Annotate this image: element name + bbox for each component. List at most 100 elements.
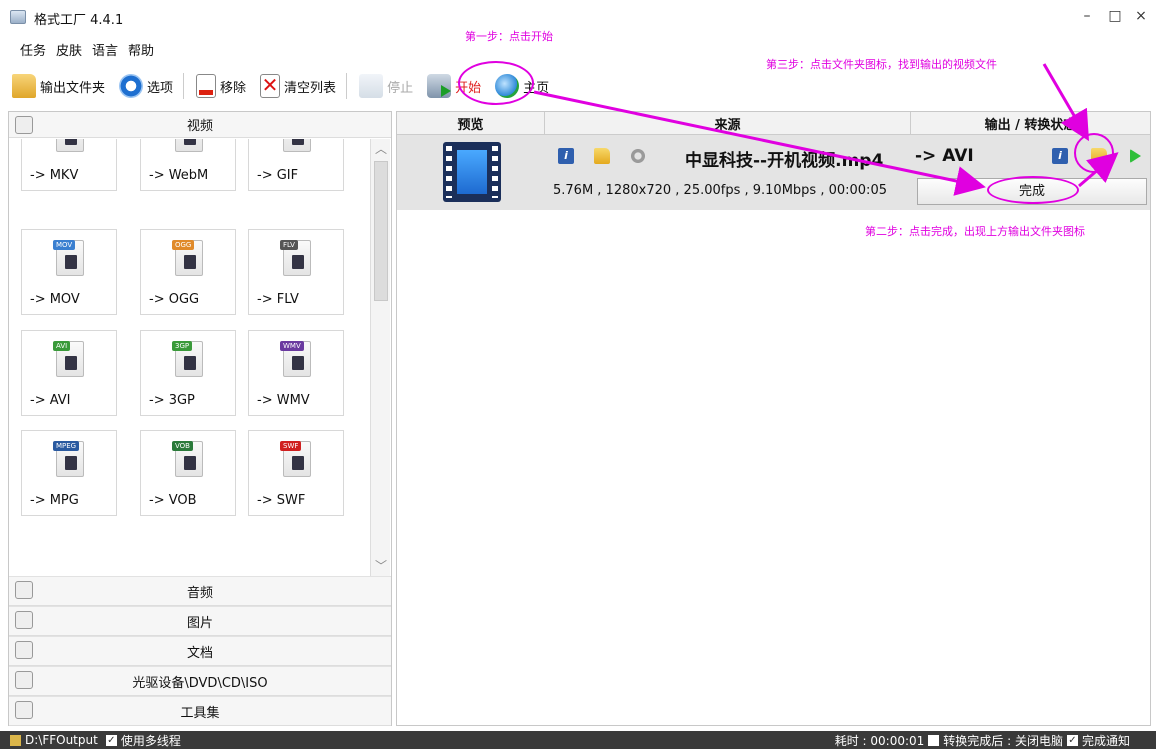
- scroll-up-icon[interactable]: ︿: [373, 141, 389, 157]
- format-label: -> GIF: [257, 168, 299, 183]
- format-label: -> MOV: [30, 292, 80, 307]
- scrollbar[interactable]: ︿ ﹀: [370, 139, 390, 576]
- format-tile[interactable]: webm -> WebM: [140, 139, 236, 191]
- column-source[interactable]: 来源: [545, 112, 911, 134]
- format-tile[interactable]: MPEG -> MPG: [21, 430, 117, 516]
- notify-label: 完成通知: [1081, 733, 1130, 748]
- remove-button[interactable]: 移除: [194, 71, 248, 101]
- format-label: -> WebM: [149, 168, 209, 183]
- format-tile[interactable]: MOV -> MOV: [21, 229, 117, 315]
- format-file-icon: MOV: [53, 240, 84, 276]
- format-label: -> VOB: [149, 493, 197, 508]
- format-tile[interactable]: SWF -> SWF: [248, 430, 344, 516]
- output-folder-button[interactable]: 输出文件夹: [10, 71, 107, 101]
- format-badge: SWF: [280, 441, 302, 451]
- options-icon: [119, 74, 144, 98]
- category-image[interactable]: 图片: [9, 606, 391, 636]
- format-label: -> WMV: [257, 393, 310, 408]
- format-file-icon: webm: [175, 139, 203, 152]
- options-label: 选项: [147, 80, 174, 96]
- format-badge: OGG: [172, 240, 195, 250]
- category-document[interactable]: 文档: [9, 636, 391, 666]
- options-button[interactable]: 选项: [117, 71, 175, 101]
- category-label: 工具集: [180, 705, 220, 721]
- window-title: 格式工厂 4.4.1: [34, 13, 124, 28]
- format-file-icon: AVI: [53, 341, 84, 377]
- format-badge: FLV: [280, 240, 298, 250]
- format-tile[interactable]: MKV -> MKV: [21, 139, 117, 191]
- format-file-icon: OGG: [172, 240, 203, 276]
- highlight-done: [987, 176, 1079, 204]
- notify-checkbox[interactable]: ✓: [1066, 734, 1078, 746]
- format-tile[interactable]: FLV -> FLV: [248, 229, 344, 315]
- format-tile[interactable]: WMV -> WMV: [248, 330, 344, 416]
- category-rom-device[interactable]: 光驱设备\DVD\CD\ISO: [9, 666, 391, 696]
- format-badge: MPEG: [53, 441, 80, 451]
- toolbar-divider: [346, 73, 348, 99]
- format-tile[interactable]: 3GP -> 3GP: [140, 330, 236, 416]
- format-label: -> MPG: [30, 493, 79, 508]
- stop-icon: [359, 74, 384, 98]
- format-file-icon: 3GP: [172, 341, 203, 377]
- play-icon[interactable]: [1130, 149, 1141, 163]
- stop-button[interactable]: 停止: [357, 71, 415, 101]
- highlight-start: [458, 61, 534, 105]
- task-list-header: 预览 来源 输出 / 转换状态: [397, 112, 1150, 135]
- category-audio[interactable]: 音频: [9, 576, 391, 606]
- menu-bar: 任务 皮肤 语言 帮助: [20, 40, 154, 62]
- close-button[interactable]: ×: [1126, 8, 1156, 24]
- disc-drive-icon: [15, 671, 33, 689]
- shutdown-checkbox[interactable]: ✓: [928, 734, 940, 746]
- format-tile[interactable]: AVI -> AVI: [21, 330, 117, 416]
- multithread-checkbox[interactable]: ✓: [105, 734, 117, 746]
- gear-icon[interactable]: [630, 148, 646, 164]
- menu-help[interactable]: 帮助: [128, 40, 154, 62]
- bottom-categories: 音频 图片 文档 光驱设备\DVD\CD\ISO 工具集: [9, 576, 391, 726]
- scroll-thumb[interactable]: [374, 161, 388, 301]
- category-panel: 视频 MKV -> MKV webm -> WebM GIF -> GIF MOV -> MO…: [8, 111, 392, 726]
- output-path[interactable]: D:\FFOutput: [25, 733, 98, 747]
- start-icon: [427, 74, 452, 98]
- format-file-icon: FLV: [280, 240, 311, 276]
- format-tile[interactable]: OGG -> OGG: [140, 229, 236, 315]
- category-label: 文档: [186, 645, 213, 661]
- format-file-icon: MPEG: [53, 441, 84, 477]
- document-icon: [15, 641, 33, 659]
- stop-label: 停止: [387, 80, 414, 96]
- target-format: -> AVI: [915, 146, 974, 166]
- highlight-output-folder: [1074, 133, 1114, 173]
- column-output-status[interactable]: 输出 / 转换状态: [911, 112, 1150, 134]
- format-badge: MOV: [53, 240, 76, 250]
- format-badge: VOB: [172, 441, 193, 451]
- format-tile[interactable]: GIF -> GIF: [248, 139, 344, 191]
- menu-task[interactable]: 任务: [20, 40, 46, 62]
- toolbar-divider: [183, 73, 185, 99]
- info-icon[interactable]: i: [558, 148, 574, 164]
- annotation-step1: 第一步：点击开始: [465, 30, 553, 43]
- output-info-icon[interactable]: i: [1052, 148, 1068, 164]
- source-folder-icon[interactable]: [594, 148, 610, 164]
- annotation-step2: 第二步：点击完成，出现上方输出文件夹图标: [865, 225, 1085, 238]
- remove-label: 移除: [220, 80, 247, 96]
- menu-skin[interactable]: 皮肤: [56, 40, 82, 62]
- menu-language[interactable]: 语言: [92, 40, 118, 62]
- app-logo-icon: [10, 10, 26, 24]
- format-label: -> FLV: [257, 292, 299, 307]
- format-label: -> AVI: [30, 393, 71, 408]
- output-path-icon: [10, 734, 21, 746]
- category-toolset[interactable]: 工具集: [9, 696, 391, 726]
- format-file-icon: SWF: [280, 441, 311, 477]
- remove-icon: [196, 74, 217, 98]
- toolbar: 输出文件夹 选项 移除 ✕ 清空列表 停止 开始 主页: [0, 66, 1156, 106]
- title-bar: 格式工厂 4.4.1 – □ ×: [0, 0, 1156, 40]
- audio-icon: [15, 581, 33, 599]
- clear-list-button[interactable]: ✕ 清空列表: [258, 71, 338, 101]
- scroll-down-icon[interactable]: ﹀: [373, 558, 389, 574]
- format-tile[interactable]: VOB -> VOB: [140, 430, 236, 516]
- minimize-button[interactable]: –: [1072, 8, 1102, 24]
- column-preview[interactable]: 预览: [397, 112, 545, 134]
- category-video-label: 视频: [186, 119, 213, 134]
- after-done-label: 转换完成后 : 关闭电脑: [943, 733, 1063, 748]
- category-label: 图片: [186, 615, 213, 631]
- category-video[interactable]: 视频: [9, 112, 391, 138]
